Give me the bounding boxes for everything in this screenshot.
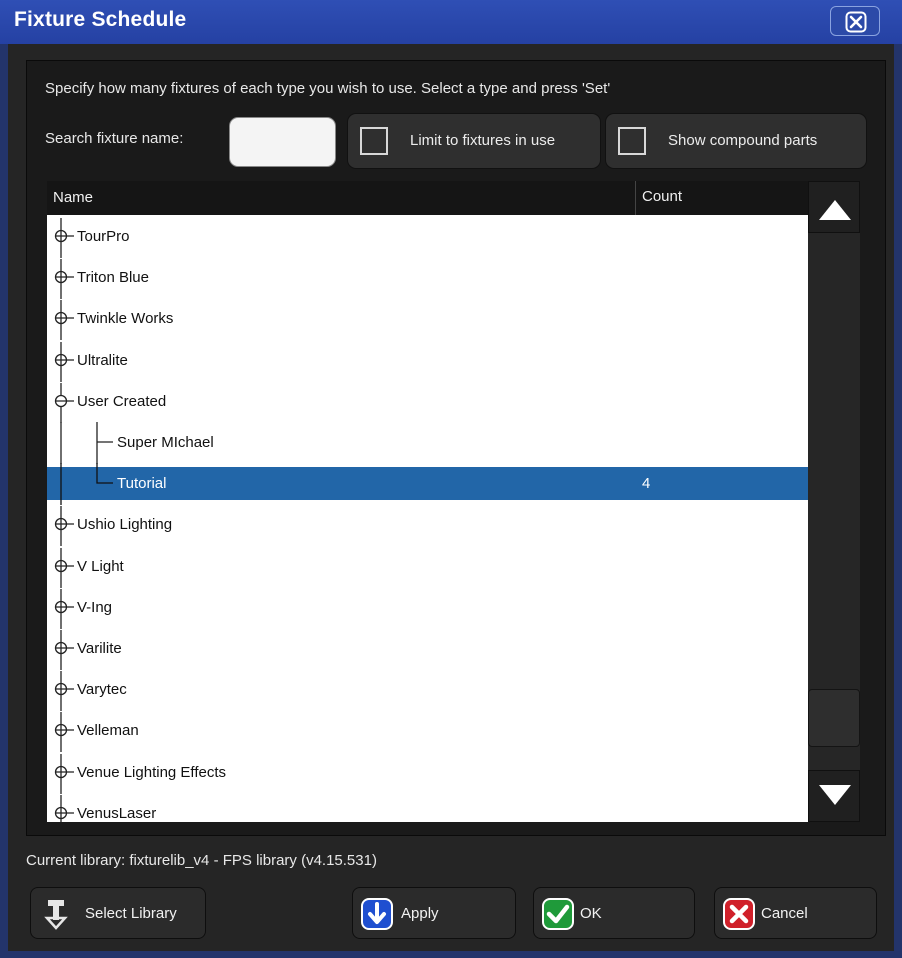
tree-row[interactable]: Venue Lighting Effects — [47, 753, 808, 794]
tree-row-name: V-Ing — [77, 598, 113, 616]
select-library-label: Select Library — [85, 905, 177, 922]
ok-label: OK — [580, 905, 602, 922]
current-library-text: Current library: fixturelib_v4 - FPS lib… — [26, 852, 377, 869]
show-compound-parts-toggle[interactable]: Show compound parts — [605, 113, 867, 169]
tree-row[interactable]: V Light — [47, 547, 808, 588]
tree-guide-icon — [60, 422, 113, 464]
column-count-header[interactable]: Count — [635, 181, 682, 215]
tree-row-name: V Light — [77, 557, 124, 575]
cancel-label: Cancel — [761, 905, 808, 922]
cancel-button[interactable]: Cancel — [714, 887, 877, 939]
arrow-down-icon — [819, 785, 851, 805]
tree-row-name: Triton Blue — [77, 269, 149, 287]
compound-checkbox[interactable] — [618, 127, 646, 155]
scroll-up-button[interactable] — [808, 181, 860, 233]
tree-row[interactable]: Super MIchael — [47, 422, 808, 464]
tree-row-name: Venue Lighting Effects — [77, 763, 227, 781]
tree-row[interactable]: Varilite — [47, 630, 808, 670]
tree-row[interactable]: VenusLaser — [47, 794, 808, 822]
tree-row-name: Varytec — [77, 681, 127, 699]
tree-guide-icon — [60, 463, 113, 506]
tree-row-name: User Created — [77, 392, 167, 410]
tree-row-name: TourPro — [77, 228, 130, 245]
search-label: Search fixture name: — [45, 130, 184, 147]
scroll-down-button[interactable] — [808, 770, 860, 822]
tree-row-name: VenusLaser — [77, 804, 157, 822]
arrow-down-icon — [361, 898, 393, 930]
tree-row[interactable]: User Created — [47, 382, 808, 423]
tree-row[interactable]: Ushio Lighting — [47, 506, 808, 547]
tree-row-name: Ultralite — [77, 351, 128, 369]
instruction-text: Specify how many fixtures of each type y… — [45, 80, 611, 97]
tree-row[interactable]: Varytec — [47, 671, 808, 712]
tree-row[interactable]: Velleman — [47, 712, 808, 753]
search-input[interactable] — [229, 117, 336, 167]
scroll-thumb[interactable] — [808, 689, 860, 747]
tree-row-name: Super MIchael — [117, 434, 214, 451]
tree-row[interactable]: Ultralite — [47, 341, 808, 382]
window-title: Fixture Schedule — [14, 8, 187, 31]
apply-label: Apply — [401, 905, 439, 922]
dialog-body: Specify how many fixtures of each type y… — [8, 44, 894, 951]
limit-label: Limit to fixtures in use — [410, 132, 556, 149]
close-button[interactable] — [830, 6, 880, 36]
arrow-up-icon — [819, 200, 851, 220]
tree-row[interactable]: Tutorial 4 — [47, 463, 808, 506]
fixture-tree: Name Count TourPro Triton Blue Twinkle Wor… — [47, 181, 808, 822]
tree-row[interactable]: TourPro — [47, 218, 808, 258]
x-icon — [723, 898, 755, 930]
limit-to-fixtures-toggle[interactable]: Limit to fixtures in use — [347, 113, 601, 169]
close-icon — [845, 11, 867, 33]
ok-button[interactable]: OK — [533, 887, 695, 939]
fixture-schedule-window: Fixture Schedule Specify how many fixtur… — [0, 0, 902, 958]
tree-row-name: Velleman — [77, 722, 139, 740]
tree-row[interactable]: V-Ing — [47, 588, 808, 629]
select-library-button[interactable]: Select Library — [30, 887, 206, 939]
check-icon — [542, 898, 574, 930]
title-bar: Fixture Schedule — [0, 0, 902, 44]
tree-row-count: 4 — [642, 475, 651, 493]
tree-row-name: Ushio Lighting — [77, 516, 173, 534]
tree-row-name: Twinkle Works — [77, 310, 174, 328]
compound-label: Show compound parts — [668, 132, 818, 149]
column-name-header[interactable]: Name — [53, 189, 93, 206]
tree-row[interactable]: Twinkle Works — [47, 300, 808, 341]
vertical-scrollbar[interactable] — [808, 181, 860, 822]
limit-checkbox[interactable] — [360, 127, 388, 155]
tree-row-name: Tutorial — [117, 475, 167, 493]
apply-button[interactable]: Apply — [352, 887, 516, 939]
tree-row[interactable]: Triton Blue — [47, 259, 808, 300]
library-icon — [44, 900, 68, 930]
schedule-panel: Specify how many fixtures of each type y… — [26, 60, 886, 836]
tree-header: Name Count — [47, 181, 808, 215]
tree-row-name: Varilite — [77, 640, 122, 657]
